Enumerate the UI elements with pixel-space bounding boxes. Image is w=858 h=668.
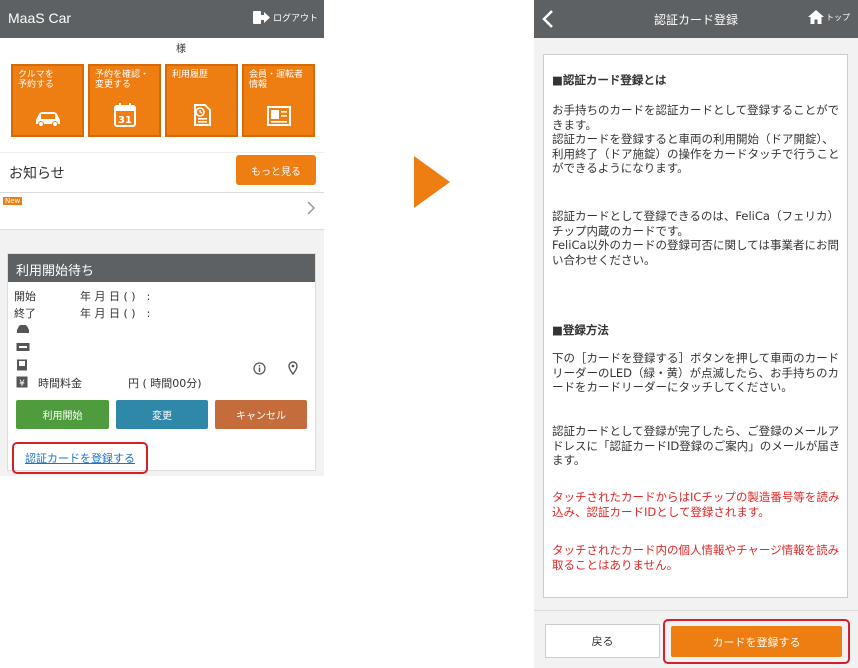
flow-arrow-icon xyxy=(414,156,450,208)
warning-text-2: タッチされたカード内の個人情報やチャージ情報を読み取ることはありません。 xyxy=(552,543,840,572)
fee-label: 時間料金 xyxy=(38,377,82,390)
tile-label: クルマを 予約する xyxy=(18,70,55,90)
register-card-button[interactable]: カードを登録する xyxy=(671,626,842,657)
about-text-3: 認証カードとして登録できるのは、FeliCa（フェリカ）チップ内蔵のカードです。 xyxy=(552,209,839,238)
register-card-link-highlight: 認証カードを登録する xyxy=(12,442,148,474)
reservation-card: 利用開始待ち 開始 年 月 日 ( ) : 終了 年 月 日 ( ) : ¥ 時… xyxy=(7,253,316,474)
svg-text:¥: ¥ xyxy=(19,379,25,388)
news-section-header: お知らせ もっと見る xyxy=(0,152,324,192)
end-label: 終了 xyxy=(14,307,36,320)
register-button-highlight: カードを登録する xyxy=(663,619,850,664)
user-suffix: 様 xyxy=(176,44,186,55)
app-header: MaaS Car ログアウト xyxy=(0,0,324,38)
tile-label: 利用履歴 xyxy=(172,70,209,80)
method-text-1: 下の［カードを登録する］ボタンを押して車両のカードリーダーのLED（緑・黄）が点… xyxy=(552,351,840,394)
id-card-icon xyxy=(266,106,291,126)
logout-icon xyxy=(252,11,270,24)
register-card-link[interactable]: 認証カードを登録する xyxy=(25,450,135,466)
reservation-status-header: 利用開始待ち xyxy=(8,254,315,282)
cancel-button[interactable]: キャンセル xyxy=(215,400,307,429)
about-text-2: 認証カードを登録すると車両の利用開始（ドア開錠）、利用終了（ドア施錠）の操作をカ… xyxy=(552,132,840,175)
tile-check-reservation[interactable]: 予約を確認・ 変更する 31 xyxy=(88,64,161,137)
tile-label: 予約を確認・ 変更する xyxy=(95,70,150,90)
history-icon xyxy=(193,104,211,126)
tile-reserve-car[interactable]: クルマを 予約する xyxy=(11,64,84,137)
home-screen: MaaS Car ログアウト 様 クルマを 予約する 予約を確認・ 変更する 3… xyxy=(0,0,324,476)
warning-text-1: タッチされたカードからはICチップの製造番号等を読み込み、認証カードIDとして登… xyxy=(552,490,840,519)
start-label: 開始 xyxy=(14,290,36,303)
chevron-right-icon xyxy=(307,201,316,215)
end-datetime: 年 月 日 ( ) : xyxy=(80,307,151,320)
parking-icon xyxy=(17,359,27,371)
tile-member-info[interactable]: 会員・運転者 情報 xyxy=(242,64,315,137)
action-footer: 戻る カードを登録する xyxy=(534,610,858,668)
car-icon xyxy=(35,112,60,127)
logout-button[interactable]: ログアウト xyxy=(252,10,318,25)
method-text-2: 認証カードとして登録が完了したら、ご登録のメールアドレスに「認証カードID登録の… xyxy=(552,424,841,467)
menu-tiles: クルマを 予約する 予約を確認・ 変更する 31 利用履歴 会員・運転者 情報 xyxy=(0,56,324,152)
more-button[interactable]: もっと見る xyxy=(236,155,316,185)
info-card: ■認証カード登録とは お手持ちのカードを認証カードとして登録することができます。… xyxy=(543,54,848,598)
about-heading: ■認証カード登録とは xyxy=(552,73,667,87)
calendar-day: 31 xyxy=(118,115,132,126)
new-badge: New xyxy=(3,197,23,205)
tile-label: 会員・運転者 情報 xyxy=(249,70,304,90)
calendar-icon: 31 xyxy=(113,103,136,127)
back-button[interactable]: 戻る xyxy=(545,624,660,658)
fee-value: 円 ( 時間00分) xyxy=(128,377,202,390)
info-icon[interactable] xyxy=(253,362,266,375)
top-button[interactable]: トップ xyxy=(808,10,850,24)
top-label: トップ xyxy=(826,12,850,22)
app-title: MaaS Car xyxy=(8,10,72,26)
yen-icon: ¥ xyxy=(16,376,28,388)
logout-label: ログアウト xyxy=(272,14,318,24)
map-pin-icon[interactable] xyxy=(288,361,298,375)
screen-header: 認証カード登録 トップ xyxy=(534,0,858,38)
start-use-button[interactable]: 利用開始 xyxy=(16,400,109,429)
about-text-1: お手持ちのカードを認証カードとして登録することができます。 xyxy=(552,103,840,132)
user-row: 様 xyxy=(0,38,324,56)
car-small-icon xyxy=(17,325,29,333)
news-title: お知らせ xyxy=(9,166,65,182)
method-heading: ■登録方法 xyxy=(552,323,609,337)
news-item[interactable]: New xyxy=(0,192,324,230)
home-icon xyxy=(808,10,824,24)
plate-icon xyxy=(16,343,30,351)
change-button[interactable]: 変更 xyxy=(116,400,208,429)
about-text-4: FeliCa以外のカードの登録可否に関しては事業者にお問い合わせください。 xyxy=(552,238,839,267)
tile-history[interactable]: 利用履歴 xyxy=(165,64,238,137)
start-datetime: 年 月 日 ( ) : xyxy=(80,290,151,303)
card-registration-screen: 認証カード登録 トップ ■認証カード登録とは お手持ちのカードを認証カードとして… xyxy=(534,0,858,668)
